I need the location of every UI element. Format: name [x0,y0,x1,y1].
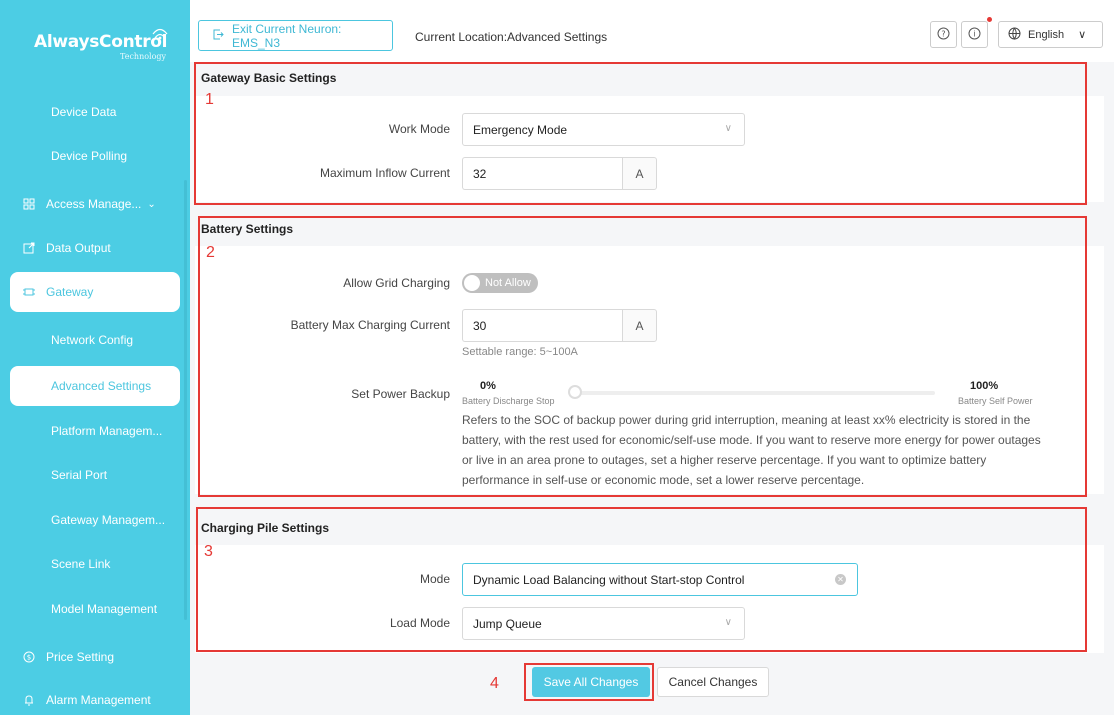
brand-name: AlwaysControl [34,32,168,52]
export-icon [22,241,36,255]
sidebar-scrollbar[interactable] [184,180,187,620]
sidebar-item-device-polling[interactable]: Device Polling [10,136,180,176]
language-select[interactable]: English ∨ [998,21,1103,48]
sidebar-item-label: Advanced Settings [51,379,152,393]
chevron-down-icon: ∨ [1078,29,1087,41]
svg-text:?: ? [941,29,945,38]
brand-sub: Technology [120,52,167,61]
chevron-down-icon: ⌄ [147,198,156,210]
annotation-box-1 [194,62,1087,205]
signal-icon [152,28,168,40]
sidebar-item-network-config[interactable]: Network Config [10,320,180,360]
sidebar-item-model-management[interactable]: Model Management [10,589,180,629]
sidebar-item-label: Device Polling [51,149,128,163]
cancel-changes-button[interactable]: Cancel Changes [657,667,769,697]
exit-neuron-button[interactable]: Exit Current Neuron: EMS_N3 [198,20,393,51]
annotation-box-4 [524,663,654,701]
sidebar-item-platform-management[interactable]: Platform Managem... [10,411,180,451]
sidebar-item-label: Network Config [51,333,134,347]
sidebar-item-label: Serial Port [51,468,108,482]
annotation-number-3: 3 [204,543,213,560]
sidebar-item-label: Access Manage... [46,197,142,211]
svg-text:$: $ [27,654,31,662]
sidebar-item-alarm-management[interactable]: Alarm Management [10,680,180,715]
sidebar-item-data-output[interactable]: Data Output [10,228,180,268]
sidebar-item-label: Platform Managem... [51,424,163,438]
sidebar-item-label: Scene Link [51,557,111,571]
annotation-box-3 [196,507,1087,652]
sidebar-item-label: Gateway Managem... [51,513,166,527]
exit-icon [213,29,224,43]
sidebar-item-label: Price Setting [46,650,115,664]
sidebar-item-gateway[interactable]: Gateway [10,272,180,312]
language-label: English [1028,28,1065,41]
sidebar-item-price-setting[interactable]: $ Price Setting [10,637,180,677]
sidebar: AlwaysControl Technology Device Data Dev… [0,0,190,715]
access-icon [22,197,36,211]
sidebar-item-label: Model Management [51,602,158,616]
help-button[interactable]: ? [930,21,957,48]
sidebar-item-label: Alarm Management [46,693,151,707]
gateway-icon [22,285,36,299]
top-bar: Exit Current Neuron: EMS_N3 Current Loca… [190,0,1114,62]
sidebar-item-label: Gateway [46,285,94,299]
sidebar-item-device-data[interactable]: Device Data [10,92,180,132]
info-button[interactable]: i [961,21,988,48]
sidebar-item-label: Data Output [46,241,111,255]
help-icon: ? [937,27,950,43]
sidebar-item-gateway-management[interactable]: Gateway Managem... [10,500,180,540]
exit-neuron-label: Exit Current Neuron: EMS_N3 [232,21,342,50]
notification-dot [987,17,992,22]
svg-text:i: i [973,29,975,38]
sidebar-item-advanced-settings[interactable]: Advanced Settings [10,366,180,406]
annotation-number-2: 2 [206,244,215,261]
sidebar-item-serial-port[interactable]: Serial Port [10,455,180,495]
annotation-box-2 [198,216,1087,497]
current-location: Current Location:Advanced Settings [415,30,608,44]
brand-logo: AlwaysControl Technology [34,28,168,72]
info-icon: i [968,27,981,43]
sidebar-item-label: Device Data [51,105,117,119]
sidebar-item-access-management[interactable]: Access Manage... ⌄ [10,184,180,224]
sidebar-item-scene-link[interactable]: Scene Link [10,544,180,584]
annotation-number-1: 1 [205,91,214,108]
globe-icon [1008,27,1021,43]
alarm-icon [22,693,36,707]
price-icon: $ [22,650,36,664]
annotation-number-4: 4 [490,675,499,692]
